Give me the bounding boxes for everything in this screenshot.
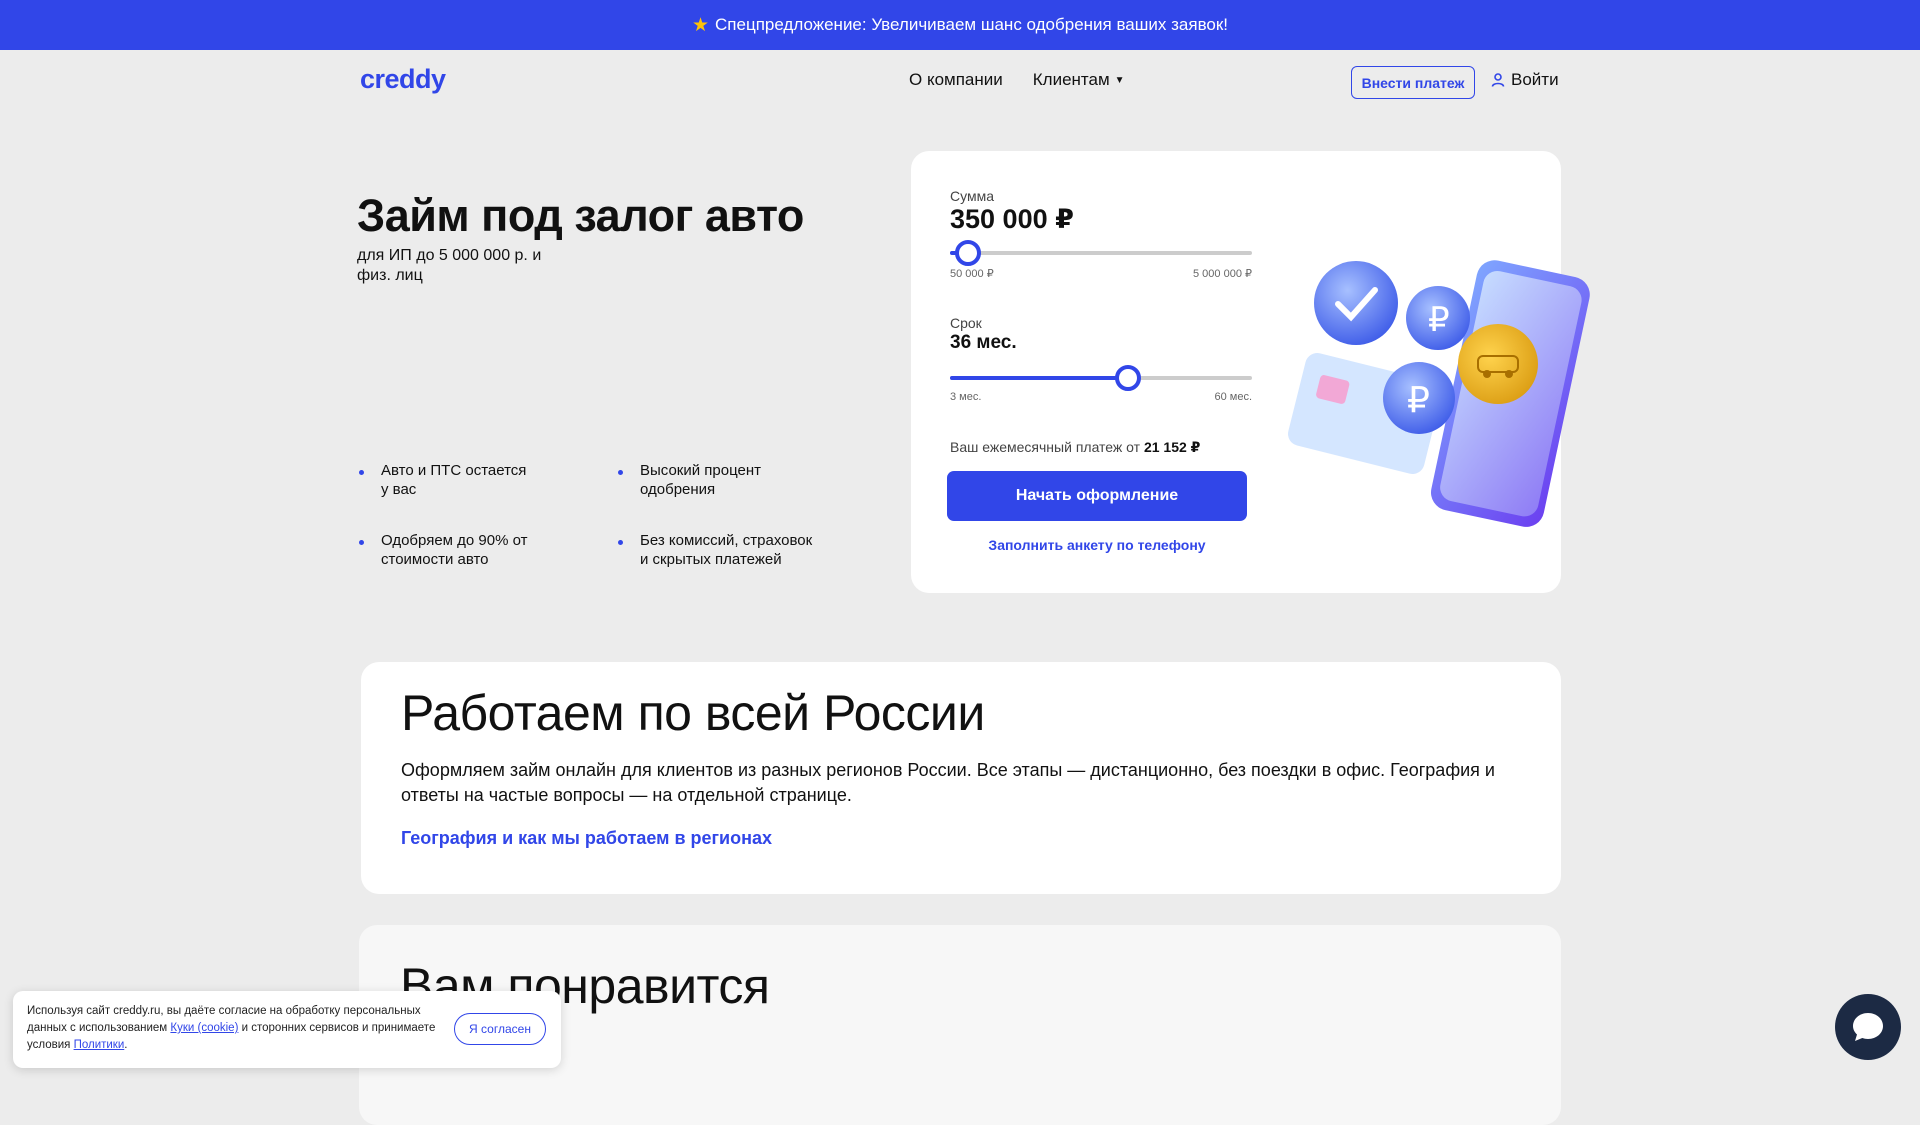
term-value: 36 мес.: [950, 332, 1017, 353]
site-header: creddy О компании Клиентам ▼ Внести плате…: [0, 50, 1920, 114]
svg-text:₽: ₽: [1428, 300, 1450, 340]
cookie-agree-button[interactable]: Я согласен: [454, 1013, 546, 1045]
user-icon: [1491, 73, 1505, 87]
loan-calculator: Сумма 350 000 ₽ 50 000 ₽ 5 000 000 ₽ Сро…: [911, 151, 1590, 593]
bullet-icon: [359, 540, 364, 545]
term-max: 60 мес.: [1214, 391, 1252, 403]
term-slider-handle[interactable]: [1115, 365, 1142, 391]
promo-text: Спецпредложение: Увеличиваем шанс одобре…: [715, 15, 1229, 34]
monthly-payment: Ваш ежемесячный платеж от 21 152 ₽: [950, 439, 1201, 455]
promo-banner[interactable]: ★ Спецпредложение: Увеличиваем шанс одоб…: [0, 0, 1920, 50]
make-payment-button[interactable]: Внести платеж: [1351, 66, 1475, 99]
amount-max: 5 000 000 ₽: [1193, 268, 1252, 280]
feature-item: Высокий процент одобрения: [616, 461, 796, 499]
amount-value: 350 000 ₽: [950, 204, 1074, 234]
logo[interactable]: creddy: [360, 64, 446, 95]
hero-title: Займ под залог авто: [357, 190, 804, 241]
privacy-policy-link[interactable]: Политики: [74, 1039, 125, 1051]
bullet-icon: [618, 470, 623, 475]
term-label: Срок: [950, 315, 982, 331]
start-application-button[interactable]: Начать оформление: [947, 471, 1247, 521]
monthly-payment-value: 21 152 ₽: [1143, 439, 1201, 455]
amount-slider-handle[interactable]: [955, 240, 982, 266]
login-link[interactable]: Войти: [1491, 70, 1559, 90]
bullet-icon: [359, 470, 364, 475]
bullet-icon: [618, 540, 623, 545]
regions-title: Работаем по всей России: [401, 685, 985, 741]
phone-application-link[interactable]: Заполнить анкету по телефону: [947, 537, 1247, 553]
cookie-text: Используя сайт creddy.ru, вы даёте согла…: [27, 1005, 436, 1051]
regions-link[interactable]: География и как мы работаем в регионах: [401, 828, 772, 849]
feature-item: Одобряем до 90% от стоимости авто: [357, 531, 542, 569]
term-slider[interactable]: [950, 365, 1252, 391]
amount-slider[interactable]: [950, 240, 1252, 266]
hero-subtitle: для ИП до 5 000 000 р. и физ. лиц: [357, 247, 542, 284]
term-slider-fill: [950, 376, 1129, 380]
regions-text: Оформляем займ онлайн для клиентов из ра…: [401, 760, 1495, 805]
star-icon: ★: [691, 14, 710, 36]
nav-item-about[interactable]: О компании: [909, 70, 1003, 90]
nav-item-clients[interactable]: Клиентам ▼: [1033, 70, 1125, 90]
chat-widget-button[interactable]: [1835, 994, 1901, 1060]
chat-bubble-icon: [1853, 1013, 1883, 1041]
main-nav: О компании Клиентам ▼: [909, 70, 1125, 90]
feature-item: Без комиссий, страховок и скрытых платеж…: [616, 531, 821, 569]
feature-item: Авто и ПТС остается у вас: [357, 461, 537, 499]
phone-coins-illustration: ₽ ₽: [1288, 260, 1590, 527]
amount-label: Сумма: [950, 188, 994, 204]
cookie-banner: Используя сайт creddy.ru, вы даёте согла…: [13, 991, 561, 1068]
cookie-policy-link[interactable]: Куки (cookie): [170, 1022, 238, 1034]
regions-section: Работаем по всей России Оформляем займ о…: [361, 662, 1561, 894]
svg-text:₽: ₽: [1407, 380, 1430, 421]
caret-down-icon: ▼: [1114, 75, 1125, 87]
